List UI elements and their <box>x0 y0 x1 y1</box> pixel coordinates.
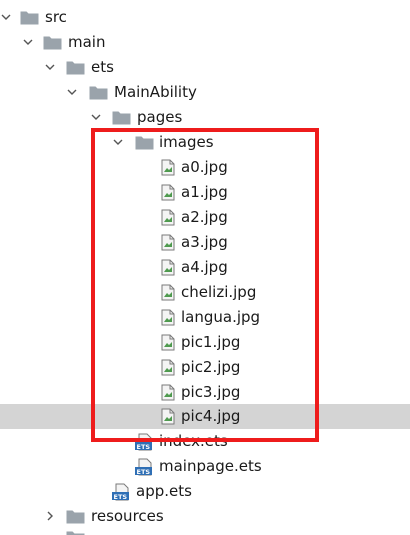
tree-item-mainability[interactable]: MainAbility <box>0 80 410 105</box>
image-file-icon <box>161 234 175 251</box>
tree-item-file[interactable]: pic1.jpg <box>0 330 410 355</box>
folder-icon <box>66 531 85 535</box>
tree-item-file[interactable]: chelizi.jpg <box>0 280 410 305</box>
tree-item-label: a2.jpg <box>181 208 228 226</box>
folder-icon <box>135 136 154 150</box>
folder-icon <box>43 36 62 50</box>
chevron-down-icon[interactable] <box>66 86 78 98</box>
svg-text:ETS: ETS <box>137 468 151 476</box>
tree-item-file[interactable]: ETS index.ets <box>0 429 410 454</box>
tree-item-resources[interactable]: resources <box>0 504 410 529</box>
tree-item-label: pages <box>137 108 183 126</box>
tree-item-file[interactable]: a4.jpg <box>0 255 410 280</box>
chevron-down-icon[interactable] <box>90 111 102 123</box>
tree-item-label: langua.jpg <box>181 308 261 326</box>
tree-item-file-selected[interactable]: pic4.jpg <box>0 404 410 429</box>
folder-icon <box>66 61 85 75</box>
tree-item-label: ets <box>91 58 114 76</box>
tree-item-src[interactable]: src <box>0 5 410 30</box>
image-file-icon <box>161 259 175 276</box>
tree-item-main[interactable]: main <box>0 30 410 55</box>
tree-item-label: pic3.jpg <box>181 383 241 401</box>
chevron-down-icon[interactable] <box>0 11 12 23</box>
tree-item-file[interactable]: a3.jpg <box>0 230 410 255</box>
chevron-right-icon[interactable] <box>44 510 56 522</box>
tree-item-label: main <box>68 33 106 51</box>
chevron-down-icon[interactable] <box>22 36 34 48</box>
image-file-icon <box>161 309 175 326</box>
tree-item-label: pic2.jpg <box>181 358 241 376</box>
folder-icon <box>112 111 131 125</box>
image-file-icon <box>161 209 175 226</box>
tree-item-file[interactable]: pic2.jpg <box>0 355 410 380</box>
chevron-down-icon[interactable] <box>44 61 56 73</box>
tree-item-label: chelizi.jpg <box>181 283 257 301</box>
tree-item-label: mainpage.ets <box>159 457 262 475</box>
image-file-icon <box>161 408 175 425</box>
folder-icon <box>89 86 108 100</box>
tree-item-label: index.ets <box>159 432 228 450</box>
tree-item-file[interactable]: pic3.jpg <box>0 380 410 405</box>
tree-item-label: resources <box>91 507 164 525</box>
image-file-icon <box>161 334 175 351</box>
ets-file-icon: ETS <box>135 458 152 476</box>
tree-item-label: app.ets <box>136 482 192 500</box>
ets-file-icon: ETS <box>112 483 129 501</box>
folder-icon <box>20 11 39 25</box>
tree-item-label: src <box>45 8 67 26</box>
tree-item-file[interactable]: a1.jpg <box>0 180 410 205</box>
tree-item-label: images <box>159 133 214 151</box>
tree-item-file[interactable]: langua.jpg <box>0 305 410 330</box>
tree-item-label: pic4.jpg <box>181 407 241 425</box>
tree-item-file[interactable]: a0.jpg <box>0 155 410 180</box>
tree-item-pages[interactable]: pages <box>0 105 410 130</box>
svg-text:ETS: ETS <box>114 493 128 501</box>
tree-item-label: a3.jpg <box>181 233 228 251</box>
tree-item-label: a0.jpg <box>181 158 228 176</box>
tree-item-file[interactable]: ETS mainpage.ets <box>0 454 410 479</box>
tree-item-label: pic1.jpg <box>181 333 241 351</box>
image-file-icon <box>161 359 175 376</box>
folder-icon <box>66 510 85 524</box>
tree-item-label: a4.jpg <box>181 258 228 276</box>
svg-text:ETS: ETS <box>137 443 151 451</box>
tree-item-images[interactable]: images <box>0 130 410 155</box>
chevron-down-icon[interactable] <box>112 136 124 148</box>
image-file-icon <box>161 159 175 176</box>
tree-item-file[interactable]: ETS app.ets <box>0 479 410 504</box>
project-file-tree: src main ets MainAbility pages images a0… <box>0 0 410 535</box>
tree-item-partial <box>0 529 410 535</box>
tree-item-label: a1.jpg <box>181 183 228 201</box>
ets-file-icon: ETS <box>135 433 152 451</box>
tree-item-label: MainAbility <box>114 83 197 101</box>
tree-item-ets[interactable]: ets <box>0 55 410 80</box>
image-file-icon <box>161 384 175 401</box>
image-file-icon <box>161 184 175 201</box>
image-file-icon <box>161 284 175 301</box>
tree-item-file[interactable]: a2.jpg <box>0 205 410 230</box>
